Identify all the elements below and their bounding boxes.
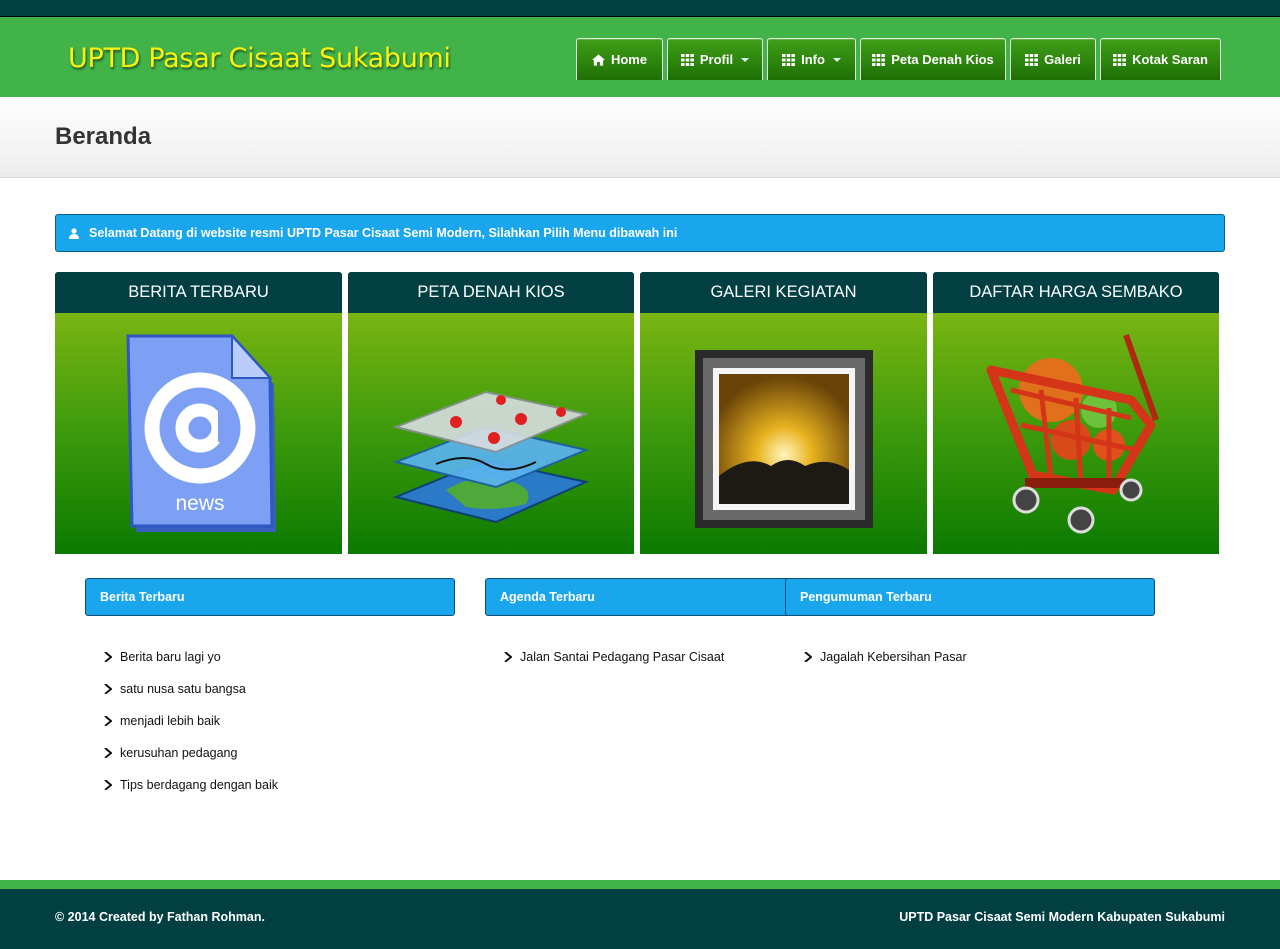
- footer: © 2014 Created by Fathan Rohman. UPTD Pa…: [0, 889, 1280, 949]
- shopping-cart-icon: [986, 334, 1159, 534]
- chevron-right-icon: [104, 684, 112, 694]
- list-item-link[interactable]: menjadi lebih baik: [120, 714, 220, 728]
- welcome-alert: Selamat Datang di website resmi UPTD Pas…: [55, 214, 1225, 252]
- footer-org-name: UPTD Pasar Cisaat Semi Modern Kabupaten …: [899, 910, 1225, 924]
- chevron-down-icon: [741, 57, 750, 62]
- list-item[interactable]: Tips berdagang dengan baik: [104, 769, 278, 801]
- card-title: DAFTAR HARGA SEMBAKO: [933, 272, 1219, 313]
- grid-icon: [680, 53, 694, 66]
- chevron-right-icon: [104, 748, 112, 758]
- picture-frame-icon: [694, 350, 873, 528]
- nav-profil-label: Profil: [699, 52, 734, 67]
- list-item-link[interactable]: kerusuhan pedagang: [120, 746, 237, 760]
- grid-icon: [782, 53, 795, 66]
- section-pengumuman-terbaru-header: Pengumuman Terbaru: [785, 578, 1155, 616]
- list-item-link[interactable]: Jalan Santai Pedagang Pasar Cisaat: [520, 650, 724, 664]
- layered-map-icon: [392, 390, 590, 524]
- top-bar: [0, 0, 1280, 17]
- card-title: BERITA TERBARU: [55, 272, 342, 313]
- news-document-icon: news: [125, 333, 276, 532]
- nav-info[interactable]: Info: [767, 38, 856, 80]
- list-item[interactable]: menjadi lebih baik: [104, 705, 278, 737]
- grid-icon: [872, 53, 886, 66]
- welcome-text: Selamat Datang di website resmi UPTD Pas…: [89, 226, 678, 240]
- card-title: PETA DENAH KIOS: [348, 272, 634, 313]
- list-item[interactable]: kerusuhan pedagang: [104, 737, 278, 769]
- nav-peta-label: Peta Denah Kios: [891, 52, 994, 67]
- chevron-right-icon: [104, 652, 112, 662]
- berita-list: Berita baru lagi yo satu nusa satu bangs…: [104, 641, 278, 801]
- nav-galeri-label: Galeri: [1044, 52, 1081, 67]
- footer-copyright: © 2014 Created by Fathan Rohman.: [55, 910, 265, 924]
- user-icon: [69, 227, 79, 239]
- card-title: GALERI KEGIATAN: [640, 272, 927, 313]
- home-icon: [591, 53, 605, 66]
- card-peta-denah-kios[interactable]: PETA DENAH KIOS: [348, 272, 634, 554]
- nav-info-label: Info: [801, 52, 825, 67]
- list-item-link[interactable]: Berita baru lagi yo: [120, 650, 221, 664]
- nav-kotak-saran[interactable]: Kotak Saran: [1100, 38, 1221, 80]
- page-title: Beranda: [55, 123, 152, 150]
- news-icon-label: news: [175, 492, 224, 515]
- nav-home[interactable]: Home: [576, 38, 663, 80]
- nav-home-label: Home: [610, 52, 648, 67]
- list-item-link[interactable]: Tips berdagang dengan baik: [120, 778, 278, 792]
- nav-peta-denah-kios[interactable]: Peta Denah Kios: [860, 38, 1006, 80]
- list-item-link[interactable]: Jagalah Kebersihan Pasar: [820, 650, 967, 664]
- card-galeri-kegiatan[interactable]: GALERI KEGIATAN: [640, 272, 927, 554]
- page-header: Beranda: [0, 97, 1280, 178]
- chevron-right-icon: [504, 652, 512, 662]
- site-brand[interactable]: UPTD Pasar Cisaat Sukabumi: [68, 43, 451, 74]
- footer-stripe: [0, 880, 1280, 889]
- section-berita-terbaru-header: Berita Terbaru: [85, 578, 455, 616]
- pengumuman-list: Jagalah Kebersihan Pasar: [804, 641, 967, 673]
- nav-kotak-saran-label: Kotak Saran: [1132, 52, 1208, 67]
- list-item[interactable]: Berita baru lagi yo: [104, 641, 278, 673]
- chevron-right-icon: [104, 716, 112, 726]
- agenda-list: Jalan Santai Pedagang Pasar Cisaat: [504, 641, 724, 673]
- nav-profil[interactable]: Profil: [667, 38, 763, 80]
- list-item-link[interactable]: satu nusa satu bangsa: [120, 682, 246, 696]
- card-berita-terbaru[interactable]: BERITA TERBARU news: [55, 272, 342, 554]
- chevron-down-icon: [832, 57, 841, 62]
- list-item[interactable]: Jalan Santai Pedagang Pasar Cisaat: [504, 641, 724, 673]
- grid-icon: [1113, 53, 1126, 66]
- list-item[interactable]: satu nusa satu bangsa: [104, 673, 278, 705]
- grid-icon: [1025, 53, 1038, 66]
- chevron-right-icon: [104, 780, 112, 790]
- nav-galeri[interactable]: Galeri: [1010, 38, 1096, 80]
- chevron-right-icon: [804, 652, 812, 662]
- list-item[interactable]: Jagalah Kebersihan Pasar: [804, 641, 967, 673]
- card-daftar-harga-sembako[interactable]: DAFTAR HARGA SEMBAKO: [933, 272, 1219, 554]
